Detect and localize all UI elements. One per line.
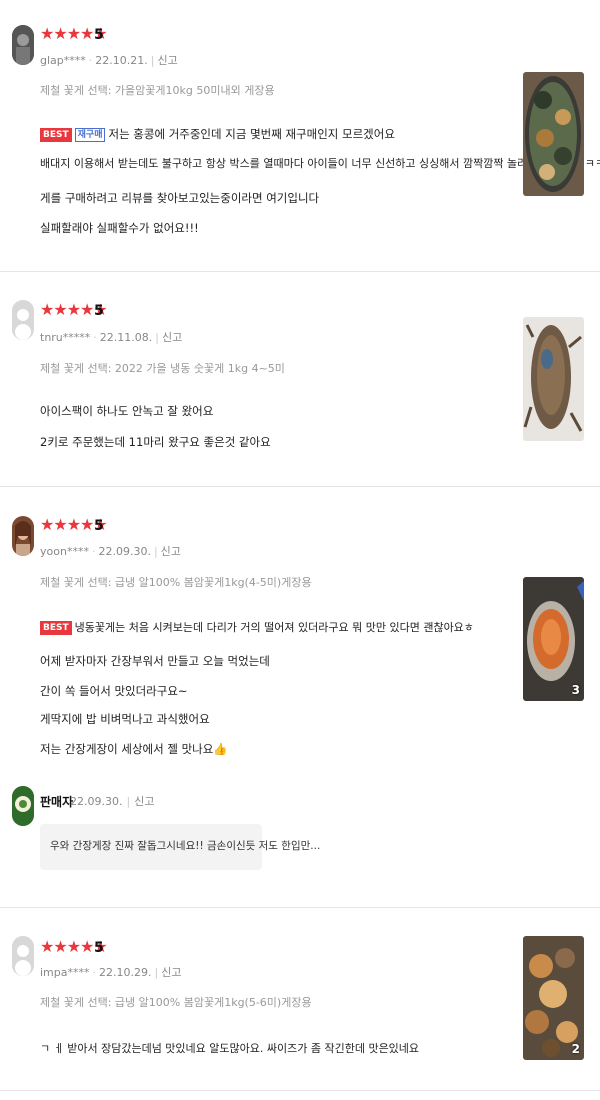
review-meta: impa**** · 22.10.29. | 신고 bbox=[40, 966, 182, 979]
user-avatar[interactable] bbox=[12, 25, 34, 65]
username: yoon**** bbox=[40, 545, 89, 558]
review-meta: tnru***** · 22.11.08. | 신고 bbox=[40, 331, 183, 344]
best-badge: BEST bbox=[40, 128, 72, 142]
user-avatar[interactable] bbox=[12, 936, 34, 976]
review-text-line: 어제 받자마자 간장부워서 만들고 오늘 먹었는데 bbox=[40, 654, 270, 668]
review-text-line: 게를 구매하려고 리뷰를 찾아보고있는중이라면 여기입니다 bbox=[40, 191, 320, 205]
report-link[interactable]: 신고 bbox=[157, 54, 177, 67]
rating-score: 5 bbox=[94, 303, 104, 319]
review-item: ★★★★★ 5 impa**** · 22.10.29. | 신고 제철 꽃게 선택: … bbox=[0, 908, 600, 1091]
report-link[interactable]: 신고 bbox=[161, 545, 181, 558]
seller-reply-date: 22.09.30. bbox=[70, 795, 123, 808]
seller-name: 판매자 bbox=[40, 795, 74, 809]
seller-reply-meta: 22.09.30. | 신고 bbox=[70, 795, 155, 808]
review-text-line: 저는 간장게장이 세상에서 젤 맛나요👍 bbox=[40, 742, 228, 756]
username: glap**** bbox=[40, 54, 86, 67]
review-meta: glap**** · 22.10.21. | 신고 bbox=[40, 54, 178, 67]
review-text-line: BEST 냉동꽃게는 처음 시켜보는데 다리가 거의 떨어져 있더라구요 뭐 맛만… bbox=[40, 620, 474, 636]
username: tnru***** bbox=[40, 331, 91, 344]
review-photo[interactable] bbox=[523, 72, 584, 196]
review-photo[interactable]: 2 bbox=[523, 936, 584, 1060]
review-item: ★★★★★ 5 tnru***** · 22.11.08. | 신고 제철 꽃게 선택:… bbox=[0, 272, 600, 487]
best-badge: BEST bbox=[40, 621, 72, 635]
product-option: 제철 꽃게 선택: 급냉 알100% 봄암꽃게1kg(5-6미)게장용 bbox=[40, 996, 312, 1009]
review-date: 22.11.08. bbox=[99, 331, 153, 344]
review-text-line: 2키로 주문했는데 11마리 왔구요 좋은것 같아요 bbox=[40, 435, 271, 449]
review-photo[interactable]: 3 bbox=[523, 577, 584, 701]
review-text-line: ㄱ ㅔ 받아서 장담갔는데넘 맛있네요 알도많아요. 싸이즈가 좀 작긴한데 맛… bbox=[40, 1042, 420, 1055]
review-text-line: 게딱지에 밥 비벼먹나고 과식했어요 bbox=[40, 712, 210, 726]
review-photo[interactable] bbox=[523, 317, 584, 441]
photo-count: 2 bbox=[571, 1042, 580, 1056]
seller-reply-box: 우와 간장게장 진짜 잘돕그시네요!! 금손이신듯 저도 한입만... bbox=[40, 824, 320, 870]
user-avatar[interactable] bbox=[12, 300, 34, 340]
review-item: ★★★★★ 5 yoon**** · 22.09.30. | 신고 제철 꽃게 선택: … bbox=[0, 487, 600, 908]
report-link[interactable]: 신고 bbox=[161, 966, 181, 979]
review-text-line: 아이스팩이 하나도 안녹고 잘 왔어요 bbox=[40, 404, 214, 418]
review-date: 22.10.29. bbox=[99, 966, 152, 979]
username: impa**** bbox=[40, 966, 90, 979]
review-date: 22.10.21. bbox=[95, 54, 148, 67]
rating-score: 5 bbox=[94, 27, 104, 43]
rating-score: 5 bbox=[94, 518, 104, 534]
review-text-line: 배대지 이용해서 받는데도 불구하고 항상 박스를 열때마다 아이들이 너무 신… bbox=[40, 157, 600, 170]
review-item: ★★★★★ 5 glap**** · 22.10.21. | 신고 제철 꽃게 선택: … bbox=[0, 0, 600, 272]
review-date: 22.09.30. bbox=[98, 545, 151, 558]
report-link[interactable]: 신고 bbox=[162, 331, 182, 344]
rating-score: 5 bbox=[94, 940, 104, 956]
review-text-line: 간이 쏙 들어서 맛있더라구요~ bbox=[40, 684, 188, 698]
product-option: 제철 꽃게 선택: 급냉 알100% 봄암꽃게1kg(4-5미)게장용 bbox=[40, 576, 312, 589]
review-meta: yoon**** · 22.09.30. | 신고 bbox=[40, 545, 181, 558]
seller-reply-text: 우와 간장게장 진짜 잘돕그시네요!! 금손이신듯 저도 한입만... bbox=[50, 840, 321, 852]
rebuy-badge: 재구매 bbox=[74, 128, 106, 142]
product-option: 제철 꽃게 선택: 가을암꽃게10kg 50미내외 게장용 bbox=[40, 84, 275, 97]
product-option: 제철 꽃게 선택: 2022 가을 냉동 숫꽃게 1kg 4~5미 bbox=[40, 362, 285, 375]
user-avatar[interactable] bbox=[12, 516, 34, 556]
review-text-line: 실패할래야 실패할수가 없어요!!! bbox=[40, 221, 199, 235]
review-text-line: BEST 재구매 저는 홍콩에 거주중인데 지금 몇번째 재구매인지 모르겠어요 bbox=[40, 126, 395, 142]
seller-avatar bbox=[12, 786, 34, 826]
report-link[interactable]: 신고 bbox=[134, 795, 154, 808]
photo-count: 3 bbox=[571, 683, 580, 697]
